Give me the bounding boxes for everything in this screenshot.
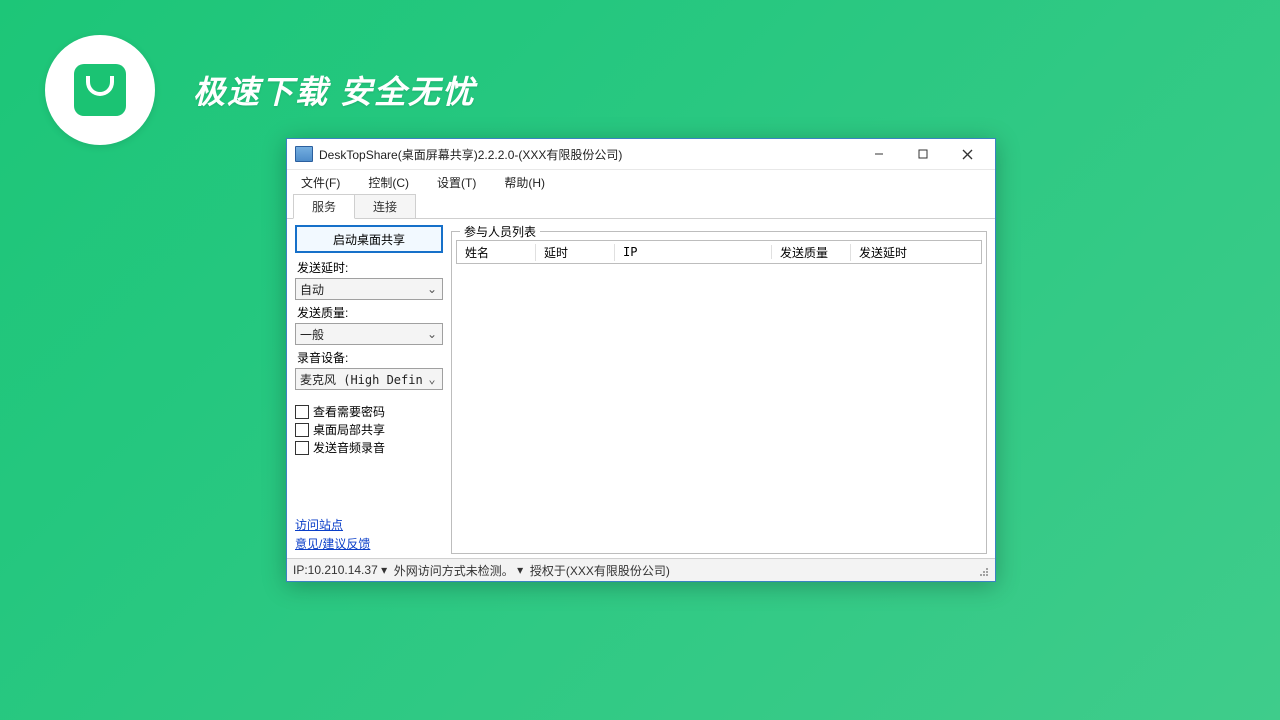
promo-badge [45,35,155,145]
promo-header: 极速下载 安全无忧 [45,35,476,145]
status-net: 外网访问方式未检测。 [394,562,514,579]
participants-legend: 参与人员列表 [460,223,540,240]
menu-control[interactable]: 控制(C) [368,174,409,191]
chevron-down-icon: ⌄ [424,371,440,387]
chevron-down-icon: ⌄ [424,281,440,297]
shopping-bag-icon [74,64,126,116]
titlebar[interactable]: DeskTopShare(桌面屏幕共享)2.2.2.0-(XXX有限股份公司) [287,139,995,170]
checkbox-icon [295,423,309,437]
send-delay-select[interactable]: 自动 ⌄ [295,278,443,300]
col-send-delay[interactable]: 发送延时 [851,244,981,261]
tabstrip: 服务 连接 [287,194,995,219]
checkbox-label: 桌面局部共享 [313,421,385,438]
close-button[interactable] [945,140,989,168]
checkbox-icon [295,441,309,455]
menu-file[interactable]: 文件(F) [301,174,340,191]
col-name[interactable]: 姓名 [457,244,536,261]
menubar: 文件(F) 控制(C) 设置(T) 帮助(H) [287,170,995,194]
checkbox-label: 查看需要密码 [313,403,385,420]
checkbox-send-audio[interactable]: 发送音频录音 [295,439,443,456]
maximize-button[interactable] [901,140,945,168]
menu-settings[interactable]: 设置(T) [437,174,476,191]
promo-text: 极速下载 安全无忧 [193,67,476,113]
tab-connect[interactable]: 连接 [354,194,416,218]
col-send-quality[interactable]: 发送质量 [772,244,851,261]
link-visit-site[interactable]: 访问站点 [295,516,443,533]
col-ip[interactable]: IP [615,245,772,259]
status-license: 授权于(XXX有限股份公司) [530,562,670,579]
start-share-button[interactable]: 启动桌面共享 [295,225,443,253]
minimize-button[interactable] [857,140,901,168]
send-delay-value: 自动 [300,281,324,298]
send-quality-label: 发送质量: [297,304,443,321]
send-delay-label: 发送延时: [297,259,443,276]
chevron-down-icon: ⌄ [424,326,440,342]
control-panel: 启动桌面共享 发送延时: 自动 ⌄ 发送质量: 一般 ⌄ 录音设备: 麦克风 (… [295,225,443,554]
checkbox-partial-share[interactable]: 桌面局部共享 [295,421,443,438]
checkbox-icon [295,405,309,419]
app-icon [295,146,313,162]
statusbar: IP:10.210.14.37 ▾ 外网访问方式未检测。 ▾ 授权于(XXX有限… [287,558,995,581]
resize-grip-icon[interactable] [975,563,989,577]
window-title: DeskTopShare(桌面屏幕共享)2.2.2.0-(XXX有限股份公司) [319,146,622,163]
app-window: DeskTopShare(桌面屏幕共享)2.2.2.0-(XXX有限股份公司) … [286,138,996,582]
participants-header: 姓名 延时 IP 发送质量 发送延时 [456,240,982,264]
menu-help[interactable]: 帮助(H) [504,174,545,191]
send-quality-select[interactable]: 一般 ⌄ [295,323,443,345]
record-device-label: 录音设备: [297,349,443,366]
participants-fieldset: 参与人员列表 姓名 延时 IP 发送质量 发送延时 [451,231,987,554]
record-device-select[interactable]: 麦克风 (High Defin ⌄ [295,368,443,390]
col-delay[interactable]: 延时 [536,244,615,261]
send-quality-value: 一般 [300,326,324,343]
record-device-value: 麦克风 (High Defin [300,371,423,388]
checkbox-view-password[interactable]: 查看需要密码 [295,403,443,420]
link-feedback[interactable]: 意见/建议反馈 [295,535,443,552]
tab-service[interactable]: 服务 [293,194,355,219]
checkbox-label: 发送音频录音 [313,439,385,456]
status-ip: IP:10.210.14.37 [293,563,378,577]
